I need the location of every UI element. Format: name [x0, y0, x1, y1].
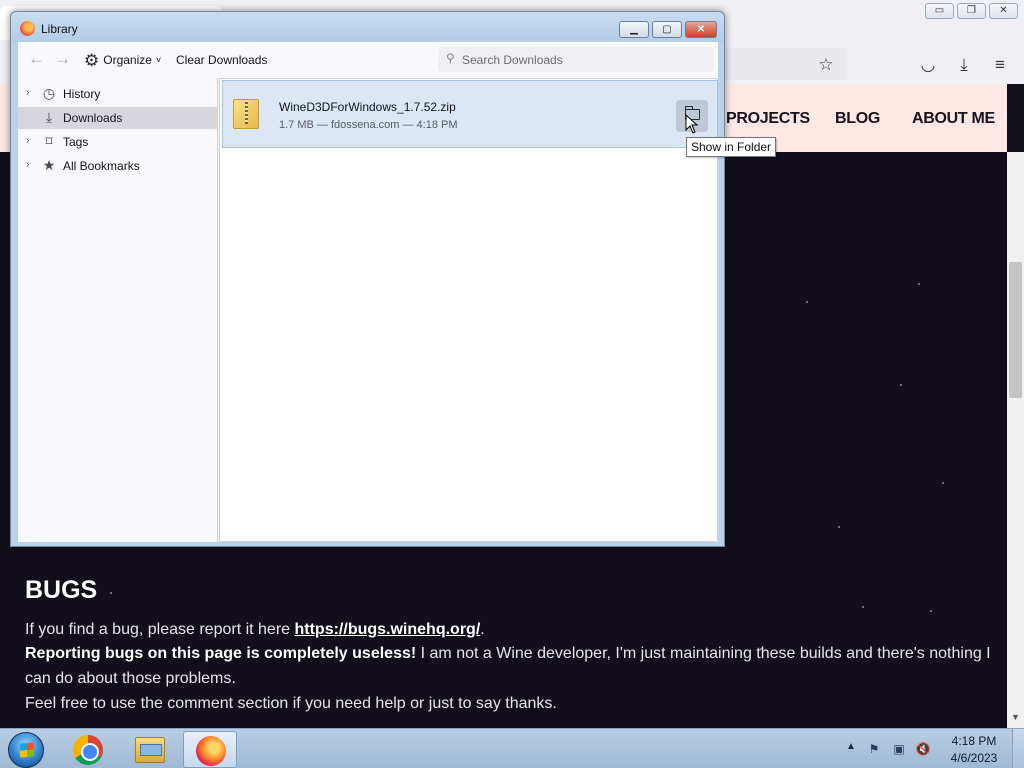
gear-icon: ⚙: [84, 50, 100, 70]
clock-time[interactable]: 4:18 PM: [946, 734, 1002, 748]
expand-twisty-icon[interactable]: ›: [26, 159, 29, 170]
clock-icon: ◷: [42, 85, 56, 101]
sidebar-item-history[interactable]: › ◷ History: [18, 83, 218, 105]
search-icon: ⚲: [446, 51, 455, 65]
library-sidebar: › ◷ History ⤓ Downloads › ⌑ Tags › ★ All…: [18, 78, 218, 542]
bugs-line-3: can do about those problems.: [25, 670, 236, 687]
forward-arrow-icon[interactable]: →: [54, 49, 71, 69]
bugs-line-2-text: I am not a Wine developer, I'm just main…: [416, 645, 991, 662]
sidebar-item-downloads[interactable]: ⤓ Downloads: [18, 107, 218, 129]
search-input[interactable]: [460, 47, 710, 72]
bookmark-star-icon[interactable]: ☆: [815, 54, 837, 76]
sidebar-item-label: History: [63, 87, 101, 101]
star-icon: ★: [42, 157, 56, 173]
pocket-icon[interactable]: ◡: [917, 54, 939, 76]
browser-close-button[interactable]: ✕: [989, 3, 1018, 19]
action-center-icon[interactable]: ⚑: [866, 741, 882, 757]
zip-file-icon: [233, 99, 259, 129]
bugs-line-2: Reporting bugs on this page is completel…: [25, 641, 991, 666]
download-filename: WineD3DForWindows_1.7.52.zip: [279, 100, 456, 114]
library-window: Library ▁ ▢ ✕ ← → ⚙ Organize ˅ Clear Dow…: [10, 11, 725, 547]
menu-icon[interactable]: ≡: [989, 54, 1011, 76]
chevron-down-icon: ˅: [155, 55, 162, 65]
taskbar: ▲ ⚑ ▣ 🔇 4:18 PM 4/6/2023: [0, 728, 1024, 768]
expand-twisty-icon[interactable]: ›: [26, 87, 29, 98]
volume-muted-icon[interactable]: 🔇: [915, 741, 931, 757]
nav-projects[interactable]: PROJECTS: [726, 110, 810, 128]
bugs-line-1-end: .: [480, 621, 485, 638]
scrollbar-thumb[interactable]: [1009, 262, 1022, 398]
sidebar-item-label: Downloads: [63, 111, 123, 125]
organize-label: Organize: [103, 53, 152, 67]
bugs-line-1: If you find a bug, please report it here…: [25, 617, 485, 642]
library-toolbar: ← → ⚙ Organize ˅ Clear Downloads ⚲: [18, 42, 718, 78]
sidebar-item-all-bookmarks[interactable]: › ★ All Bookmarks: [18, 155, 218, 177]
bugs-line-1-text: If you find a bug, please report it here: [25, 621, 295, 638]
library-body: ← → ⚙ Organize ˅ Clear Downloads ⚲ › ◷ H…: [18, 42, 718, 542]
download-meta: 1.7 MB — fdossena.com — 4:18 PM: [279, 119, 458, 131]
firefox-icon: [20, 21, 35, 36]
nav-about-me[interactable]: ABOUT ME: [912, 110, 995, 128]
library-titlebar[interactable]: Library ▁ ▢ ✕: [11, 12, 724, 42]
sidebar-item-label: Tags: [63, 135, 89, 149]
back-arrow-icon[interactable]: ←: [28, 49, 45, 69]
nav-blog[interactable]: BLOG: [835, 110, 880, 128]
file-explorer-icon: [135, 737, 165, 763]
downloads-icon[interactable]: ⤓: [953, 54, 975, 76]
download-icon: ⤓: [45, 109, 53, 125]
sidebar-item-label: All Bookmarks: [63, 159, 140, 173]
expand-twisty-icon[interactable]: ›: [26, 135, 29, 146]
scroll-down-arrow-icon[interactable]: ▼: [1008, 712, 1023, 726]
sidebar-item-tags[interactable]: › ⌑ Tags: [18, 131, 218, 153]
chrome-icon: [73, 735, 103, 765]
network-icon[interactable]: ▣: [891, 741, 907, 757]
library-title: Library: [41, 22, 78, 36]
organize-button[interactable]: ⚙ Organize ˅: [84, 50, 161, 70]
show-desktop-button[interactable]: [1012, 729, 1024, 768]
library-maximize-button[interactable]: ▢: [652, 21, 682, 38]
tray-expand-icon[interactable]: ▲: [846, 741, 856, 752]
taskbar-explorer[interactable]: [123, 731, 177, 768]
tooltip: Show in Folder: [686, 137, 777, 157]
download-item[interactable]: WineD3DForWindows_1.7.52.zip 1.7 MB — fd…: [222, 80, 718, 148]
library-close-button[interactable]: ✕: [685, 21, 717, 38]
browser-minimize-button[interactable]: ▭: [925, 3, 954, 19]
downloads-list: WineD3DForWindows_1.7.52.zip 1.7 MB — fd…: [219, 78, 718, 542]
firefox-icon: [196, 736, 226, 766]
desktop: ▭ ❐ ✕ ☆ ◡ ⤓ ≡ PROJECTS BLOG ABOUT ME ▼ B…: [0, 0, 1024, 768]
tag-icon: ⌑: [45, 133, 53, 149]
library-minimize-button[interactable]: ▁: [619, 21, 649, 38]
search-box[interactable]: ⚲: [438, 47, 714, 72]
page-scrollbar[interactable]: [1007, 152, 1024, 728]
bugzilla-link[interactable]: https://bugs.winehq.org/: [295, 621, 481, 638]
clock-date[interactable]: 4/6/2023: [946, 751, 1002, 765]
taskbar-firefox[interactable]: [183, 731, 237, 768]
bugs-heading: BUGS: [25, 576, 98, 604]
bugs-warning: Reporting bugs on this page is completel…: [25, 645, 417, 662]
clear-downloads-button[interactable]: Clear Downloads: [176, 53, 267, 67]
start-button[interactable]: [8, 732, 44, 768]
bugs-line-4: Feel free to use the comment section if …: [25, 695, 557, 712]
browser-restore-button[interactable]: ❐: [957, 3, 986, 19]
taskbar-chrome[interactable]: [61, 731, 115, 768]
